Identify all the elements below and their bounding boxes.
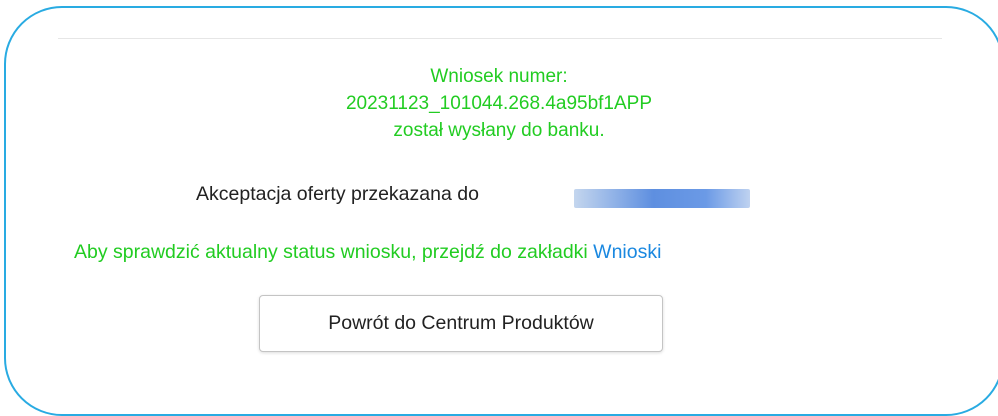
divider xyxy=(58,38,942,39)
redacted-bank-name xyxy=(574,189,750,208)
acceptance-text: Akceptacja oferty przekazana do xyxy=(196,183,479,205)
status-hint-text: Aby sprawdzić aktualny status wniosku, p… xyxy=(74,241,594,263)
confirmation-title: Wniosek numer: xyxy=(430,66,568,87)
application-number: 20231123_101044.268.4a95bf1APP xyxy=(345,93,653,114)
back-to-product-center-button[interactable]: Powrót do Centrum Produktów xyxy=(259,295,663,352)
confirmation-sent-text: został wysłany do banku. xyxy=(393,120,605,141)
applications-link[interactable]: Wnioski xyxy=(593,241,661,263)
status-hint: Aby sprawdzić aktualny status wniosku, p… xyxy=(74,241,661,264)
